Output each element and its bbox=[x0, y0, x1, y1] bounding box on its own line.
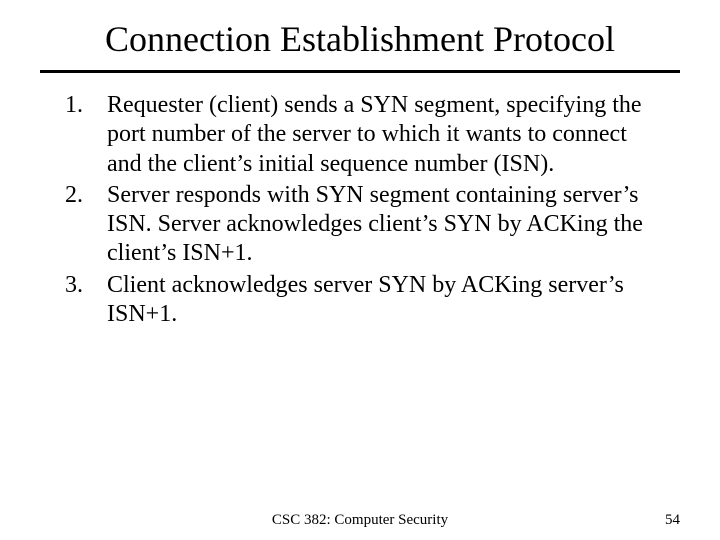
title-underline bbox=[40, 70, 680, 73]
list-text: Server responds with SYN segment contain… bbox=[107, 181, 655, 269]
list-text: Requester (client) sends a SYN segment, … bbox=[107, 91, 655, 179]
footer-page-number: 54 bbox=[665, 512, 680, 529]
list-item: 2. Server responds with SYN segment cont… bbox=[65, 181, 655, 269]
list-item: 1. Requester (client) sends a SYN segmen… bbox=[65, 91, 655, 179]
page-title: Connection Establishment Protocol bbox=[40, 0, 680, 70]
footer-course: CSC 382: Computer Security bbox=[0, 512, 720, 529]
list-item: 3. Client acknowledges server SYN by ACK… bbox=[65, 271, 655, 330]
list-number: 2. bbox=[65, 181, 107, 269]
list-number: 1. bbox=[65, 91, 107, 179]
numbered-list: 1. Requester (client) sends a SYN segmen… bbox=[65, 91, 655, 329]
slide: Connection Establishment Protocol 1. Req… bbox=[0, 0, 720, 540]
list-text: Client acknowledges server SYN by ACKing… bbox=[107, 271, 655, 330]
list-number: 3. bbox=[65, 271, 107, 330]
